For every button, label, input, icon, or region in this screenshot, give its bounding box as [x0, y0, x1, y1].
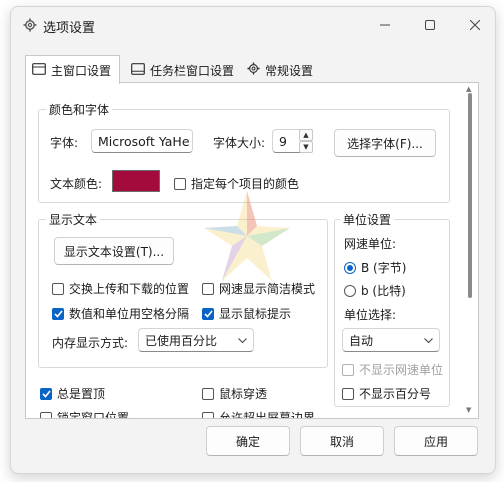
- space-separator-checkbox[interactable]: 数值和单位用空格分隔: [52, 305, 189, 322]
- radio-label: B (字节): [361, 261, 407, 275]
- checkbox-box[interactable]: [202, 387, 214, 400]
- checkbox-label: 显示鼠标提示: [219, 307, 292, 321]
- chevron-down-icon: [238, 333, 247, 347]
- ok-button[interactable]: 确定: [206, 426, 290, 456]
- watermark-logo: [204, 191, 290, 281]
- unit-select-label: 单位选择:: [344, 308, 397, 322]
- mouse-through-checkbox[interactable]: 鼠标穿透: [202, 385, 267, 402]
- window-icon: [32, 62, 46, 78]
- vertical-scrollbar[interactable]: [468, 93, 472, 298]
- checkbox-box[interactable]: [342, 363, 354, 376]
- allow-offscreen-checkbox[interactable]: 允许超出屏幕边界: [202, 409, 316, 419]
- tab-label: 主窗口设置: [51, 63, 112, 78]
- maximize-button[interactable]: [414, 13, 446, 37]
- lock-window-position-checkbox[interactable]: 锁定窗口位置: [40, 409, 130, 419]
- spin-down-icon[interactable]: ▼: [299, 141, 313, 153]
- checkbox-box[interactable]: [52, 282, 64, 295]
- radio-label: b (比特): [361, 284, 406, 298]
- scroll-down-icon[interactable]: ▼: [466, 406, 471, 414]
- unit-bit-radio[interactable]: b (比特): [344, 282, 406, 299]
- minimize-button[interactable]: [369, 13, 401, 37]
- cancel-button[interactable]: 取消: [300, 426, 384, 456]
- chevron-down-icon: [424, 333, 433, 347]
- speed-unit-label: 网速单位:: [344, 237, 397, 251]
- text-color-label: 文本颜色:: [50, 177, 103, 191]
- scroll-up-icon[interactable]: ▲: [466, 85, 471, 93]
- spin-up-icon[interactable]: ▲: [299, 129, 313, 141]
- checkbox-label: 锁定窗口位置: [57, 411, 130, 419]
- tab-general[interactable]: 常规设置: [243, 59, 317, 81]
- display-text-settings-button[interactable]: 显示文本设置(T)...: [54, 237, 174, 265]
- choose-font-button[interactable]: 选择字体(F)...: [334, 129, 436, 157]
- apply-button[interactable]: 应用: [394, 426, 478, 456]
- font-label: 字体:: [50, 136, 79, 150]
- checkbox-label: 不显示百分号: [359, 387, 432, 401]
- tab-taskbar-window[interactable]: 任务栏窗口设置: [127, 59, 238, 81]
- window-title: 选项设置: [43, 21, 96, 36]
- hide-speed-unit-checkbox[interactable]: 不显示网速单位: [342, 361, 443, 378]
- checkbox-checked-icon[interactable]: [52, 307, 64, 320]
- font-size-label: 字体大小:: [213, 136, 266, 150]
- hide-percent-checkbox[interactable]: 不显示百分号: [342, 385, 431, 402]
- unit-byte-radio[interactable]: B (字节): [344, 259, 406, 276]
- tab-main-window[interactable]: 主窗口设置: [25, 55, 121, 84]
- gear-icon: [247, 62, 260, 78]
- checkbox-label: 总是置顶: [57, 387, 106, 401]
- radio-selected-icon[interactable]: [344, 261, 356, 274]
- memory-display-label: 内存显示方式:: [52, 336, 129, 350]
- text-color-swatch[interactable]: [112, 170, 160, 192]
- checkbox-label: 鼠标穿透: [219, 387, 268, 401]
- mouse-tip-checkbox[interactable]: 显示鼠标提示: [202, 305, 291, 322]
- always-on-top-checkbox[interactable]: 总是置顶: [40, 385, 105, 402]
- title-bar: 选项设置: [11, 7, 495, 43]
- unit-select-dropdown[interactable]: 自动: [342, 328, 440, 352]
- checkbox-label: 不显示网速单位: [359, 363, 444, 377]
- swap-up-down-checkbox[interactable]: 交换上传和下载的位置: [52, 280, 189, 297]
- close-button[interactable]: [459, 13, 491, 37]
- checkbox-checked-icon[interactable]: [202, 307, 214, 320]
- checkbox-box[interactable]: [174, 177, 186, 190]
- unit-settings-group-title: 单位设置: [340, 211, 395, 228]
- tab-label: 任务栏窗口设置: [150, 63, 235, 78]
- checkbox-checked-icon[interactable]: [40, 387, 52, 400]
- radio-icon[interactable]: [344, 284, 356, 297]
- font-name-field[interactable]: Microsoft YaHe: [91, 129, 193, 153]
- taskbar-icon: [131, 62, 145, 78]
- select-value: 已使用百分比: [145, 333, 218, 348]
- memory-display-select[interactable]: 已使用百分比: [138, 328, 254, 352]
- color-font-group-title: 颜色和字体: [46, 101, 113, 118]
- display-text-group-title: 显示文本: [46, 211, 101, 228]
- font-size-spinner[interactable]: ▲ ▼: [299, 129, 313, 153]
- checkbox-label: 允许超出屏幕边界: [219, 411, 316, 419]
- checkbox-box[interactable]: [342, 387, 354, 400]
- checkbox-label: 数值和单位用空格分隔: [69, 307, 190, 321]
- checkbox-box[interactable]: [202, 411, 214, 418]
- checkbox-label: 交换上传和下载的位置: [69, 282, 190, 296]
- tab-label: 常规设置: [265, 63, 314, 78]
- select-value: 自动: [349, 333, 374, 348]
- checkbox-box[interactable]: [40, 411, 52, 418]
- gear-icon: [23, 18, 37, 32]
